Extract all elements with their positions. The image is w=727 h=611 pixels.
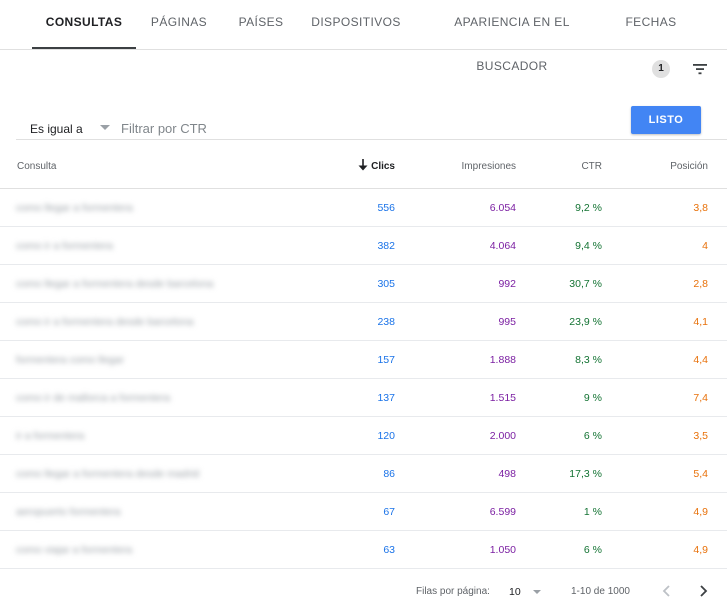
position-cell: 4 [702,240,708,252]
query-cell: como ir de mallorca a formentera [16,392,171,404]
table-row[interactable]: como llegar a formentera desde barcelona… [0,265,727,303]
ctr-cell: 9,4 % [575,240,602,252]
clicks-cell: 157 [377,354,395,366]
dropdown-caret-icon [533,590,541,594]
query-cell: como llegar a formentera desde madrid [16,468,200,480]
table-row[interactable]: ir a formentera 120 2.000 6 % 3,5 [0,417,727,455]
position-cell: 7,4 [693,392,708,404]
position-cell: 3,5 [693,430,708,442]
filter-operator-select[interactable]: Es igual a [16,110,112,139]
filter-list-icon[interactable] [690,60,710,78]
table-row[interactable]: como ir a formentera 382 4.064 9,4 % 4 [0,227,727,265]
position-cell: 5,4 [693,468,708,480]
chevron-right-icon [700,585,708,597]
impressions-cell: 1.050 [489,544,516,556]
active-filters-badge: 1 [652,60,670,78]
tab-dispositivos[interactable]: DISPOSITIVOS [308,0,404,49]
tab-fechas[interactable]: FECHAS [618,0,684,49]
ctr-cell: 23,9 % [569,316,602,328]
clicks-cell: 86 [383,468,395,480]
impressions-cell: 498 [498,468,516,480]
ctr-cell: 17,3 % [569,468,602,480]
rows-per-page-select[interactable]: 10 [505,580,545,602]
sort-descending-icon [358,159,368,171]
clicks-cell: 67 [383,506,395,518]
tab-paises[interactable]: PAÍSES [232,0,290,49]
tab-consultas[interactable]: CONSULTAS [32,0,136,49]
impressions-cell: 995 [498,316,516,328]
clicks-cell: 238 [377,316,395,328]
chevron-left-icon [662,585,670,597]
impressions-cell: 2.000 [489,430,516,442]
column-header-position[interactable]: Posición [670,161,708,172]
tab-apariencia-en-el-buscador[interactable]: APARIENCIA EN EL BUSCADOR [422,0,602,73]
impressions-cell: 1.888 [489,354,516,366]
ctr-cell: 9 % [583,392,602,404]
impressions-cell: 4.064 [489,240,516,252]
query-cell: aeropuerto formentera [16,506,121,518]
table-row[interactable]: aeropuerto formentera 67 6.599 1 % 4,9 [0,493,727,531]
tab-bar: CONSULTAS PÁGINAS PAÍSES DISPOSITIVOS AP… [0,0,727,73]
next-page-button[interactable] [692,580,714,602]
position-cell: 3,8 [693,202,708,214]
clicks-cell: 305 [377,278,395,290]
query-cell: como llegar a formentera desde barcelona [16,278,214,290]
ctr-cell: 9,2 % [575,202,602,214]
query-cell: como ir a formentera [16,240,113,252]
position-cell: 2,8 [693,278,708,290]
tab-paginas[interactable]: PÁGINAS [145,0,213,49]
ctr-cell: 1 % [583,506,602,518]
table-row[interactable]: como ir de mallorca a formentera 137 1.5… [0,379,727,417]
rows-per-page-value: 10 [509,586,521,598]
query-cell: ir a formentera [16,430,85,442]
table-row[interactable]: como llegar a formentera 556 6.054 9,2 %… [0,189,727,227]
ctr-cell: 6 % [583,544,602,556]
query-cell: como ir a formentera desde barcelona [16,316,194,328]
ctr-cell: 6 % [583,430,602,442]
ctr-cell: 8,3 % [575,354,602,366]
prev-page-button[interactable] [656,580,678,602]
query-cell: como llegar a formentera [16,202,133,214]
ctr-filter-input[interactable] [121,118,601,138]
clicks-cell: 63 [383,544,395,556]
filter-operator-value: Es igual a [30,122,83,136]
table-row[interactable]: formentera como llegar 157 1.888 8,3 % 4… [0,341,727,379]
clicks-cell: 137 [377,392,395,404]
dropdown-caret-icon [100,125,110,130]
impressions-cell: 6.054 [489,202,516,214]
position-cell: 4,4 [693,354,708,366]
clicks-cell: 556 [377,202,395,214]
column-header-query[interactable]: Consulta [17,161,56,172]
column-header-clicks[interactable]: Clics [371,161,395,172]
table-row[interactable]: como ir a formentera desde barcelona 238… [0,303,727,341]
position-cell: 4,1 [693,316,708,328]
clicks-cell: 382 [377,240,395,252]
position-cell: 4,9 [693,544,708,556]
column-header-ctr[interactable]: CTR [581,161,602,172]
impressions-cell: 1.515 [489,392,516,404]
table-row[interactable]: como viajar a formentera 63 1.050 6 % 4,… [0,531,727,569]
clicks-cell: 120 [377,430,395,442]
ctr-cell: 30,7 % [569,278,602,290]
done-button[interactable]: LISTO [631,106,701,134]
table-row[interactable]: como llegar a formentera desde madrid 86… [0,455,727,493]
query-cell: formentera como llegar [16,354,124,366]
ctr-filter-row: Es igual a [16,110,727,140]
impressions-cell: 6.599 [489,506,516,518]
query-cell: como viajar a formentera [16,544,133,556]
impressions-cell: 992 [498,278,516,290]
pagination-range: 1-10 de 1000 [571,586,630,597]
rows-per-page-label: Filas por página: [416,586,490,597]
column-header-impressions[interactable]: Impresiones [462,161,516,172]
position-cell: 4,9 [693,506,708,518]
